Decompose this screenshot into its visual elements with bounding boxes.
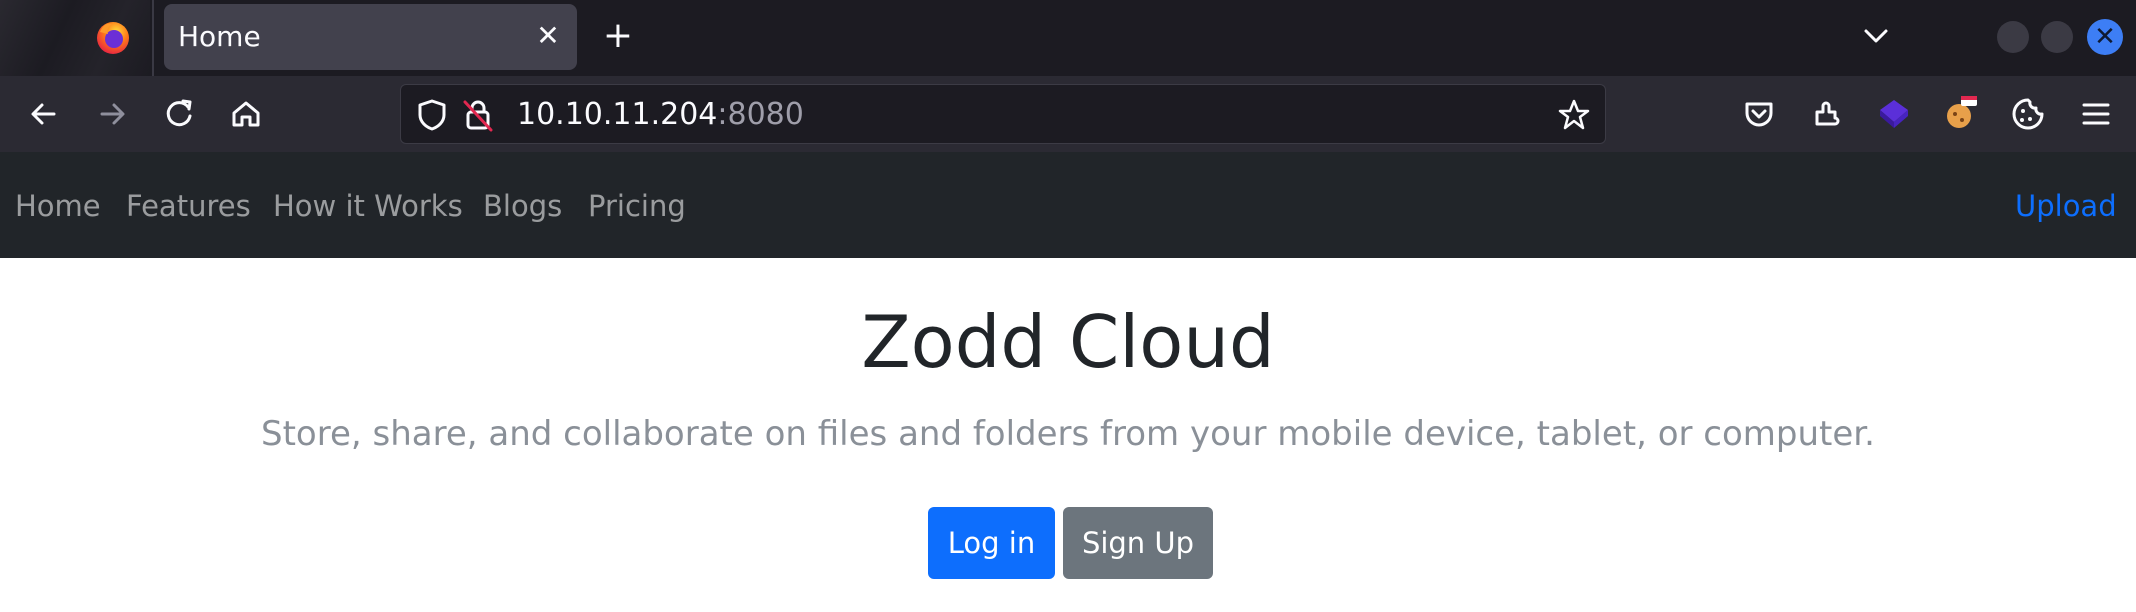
- url-host: 10.10.11.204: [517, 97, 718, 132]
- back-icon[interactable]: [22, 92, 66, 136]
- tab-title: Home: [178, 20, 261, 53]
- nav-link-how-it-works[interactable]: How it Works: [273, 188, 463, 224]
- minimize-window-button[interactable]: [1997, 21, 2029, 53]
- nav-link-upload[interactable]: Upload: [2015, 188, 2117, 224]
- bookmark-star-icon[interactable]: [1555, 96, 1593, 134]
- new-tab-icon[interactable]: +: [598, 16, 638, 56]
- browser-toolbar: 10.10.11.204:8080: [0, 76, 2136, 152]
- chevron-down-icon[interactable]: [1856, 16, 1896, 56]
- login-button[interactable]: Log in: [928, 507, 1055, 579]
- nav-link-home[interactable]: Home: [15, 188, 101, 224]
- close-window-button[interactable]: ✕: [2087, 19, 2123, 55]
- tab-strip-divider: [152, 0, 154, 76]
- menu-icon[interactable]: [2074, 92, 2118, 136]
- signup-button[interactable]: Sign Up: [1063, 507, 1213, 579]
- extension-cookie-editor-icon[interactable]: [1939, 92, 1983, 136]
- extensions-icon[interactable]: [1805, 92, 1849, 136]
- page-title: Zodd Cloud: [861, 300, 1275, 384]
- shield-icon[interactable]: [413, 96, 451, 134]
- page-subtitle: Store, share, and collaborate on files a…: [261, 414, 1875, 454]
- close-tab-icon[interactable]: ✕: [530, 18, 566, 54]
- forward-icon[interactable]: [90, 92, 134, 136]
- nav-link-features[interactable]: Features: [126, 188, 251, 224]
- url-port: :8080: [717, 97, 804, 132]
- browser-tab-strip: Home ✕ + ✕: [0, 0, 2136, 76]
- reload-icon[interactable]: [157, 92, 201, 136]
- extension-cookie-icon[interactable]: [2006, 92, 2050, 136]
- insecure-lock-icon[interactable]: [459, 96, 497, 134]
- nav-link-pricing[interactable]: Pricing: [588, 188, 686, 224]
- home-icon[interactable]: [224, 92, 268, 136]
- url-bar[interactable]: 10.10.11.204:8080: [400, 84, 1606, 144]
- extension-cube-icon[interactable]: [1872, 92, 1916, 136]
- url-text[interactable]: 10.10.11.204:8080: [517, 97, 804, 133]
- maximize-window-button[interactable]: [2041, 21, 2073, 53]
- site-navbar: Home Features How it Works Blogs Pricing…: [0, 152, 2136, 258]
- pocket-icon[interactable]: [1737, 92, 1781, 136]
- nav-link-blogs[interactable]: Blogs: [483, 188, 562, 224]
- firefox-icon[interactable]: [94, 18, 132, 56]
